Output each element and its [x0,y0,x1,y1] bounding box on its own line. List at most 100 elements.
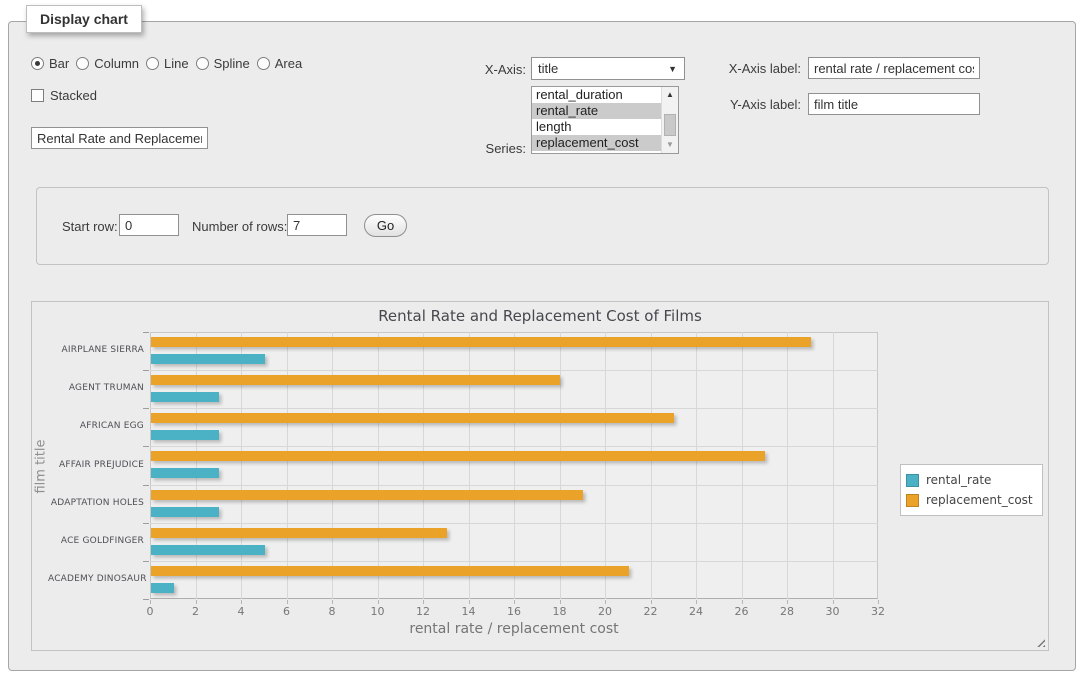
radio-icon[interactable] [31,57,44,70]
x-tick-label: 18 [543,605,577,618]
legend-swatch-rental_rate [906,474,919,487]
x-tick-label: 10 [361,605,395,618]
legend-swatch-replacement_cost [906,494,919,507]
x-axis-selected-value: title [532,61,668,76]
start-row-label: Start row: [62,219,118,234]
row-range-box: Start row: Number of rows: Go [36,187,1049,265]
x-tick-label: 14 [452,605,486,618]
scrollbar-thumb[interactable] [664,114,676,136]
chevron-down-icon: ▼ [668,64,684,74]
radio-option-column[interactable]: Column [76,56,139,71]
y-tick-mark [143,446,149,447]
x-tick-label: 24 [679,605,713,618]
chart-title: Rental Rate and Replacement Cost of Film… [32,307,1048,325]
series-listbox[interactable]: rental_durationrental_ratelengthreplacem… [531,86,679,154]
y-tick-mark [143,485,149,486]
series-options: rental_durationrental_ratelengthreplacem… [532,87,678,151]
y-tick-mark [143,370,149,371]
y-tick-mark [143,408,149,409]
legend-label: rental_rate [926,473,991,487]
x-tick-label: 16 [497,605,531,618]
x-tick-mark [332,600,333,604]
y-axis-label-input[interactable] [808,93,980,115]
y-tick-mark [143,332,149,333]
series-option-rental_duration[interactable]: rental_duration [532,87,678,103]
legend-label: replacement_cost [926,493,1033,507]
category-label: AGENT TRUMAN [48,383,144,393]
x-tick-label: 30 [816,605,850,618]
panel-title: Display chart [26,5,142,33]
series-option-replacement_cost[interactable]: replacement_cost [532,135,678,151]
series-option-rental_rate[interactable]: rental_rate [532,103,678,119]
radio-option-bar[interactable]: Bar [31,56,69,71]
radio-option-spline[interactable]: Spline [196,56,250,71]
x-axis-label-input[interactable] [808,57,980,79]
radio-option-line[interactable]: Line [146,56,189,71]
x-tick-mark [696,600,697,604]
number-of-rows-label: Number of rows: [192,219,287,234]
x-tick-label: 2 [179,605,213,618]
x-tick-label: 20 [588,605,622,618]
radio-icon[interactable] [76,57,89,70]
x-tick-label: 22 [634,605,668,618]
series-option-length[interactable]: length [532,119,678,135]
x-tick-label: 32 [861,605,895,618]
x-axis-text-label: X-Axis label: [709,61,801,76]
x-tick-label: 12 [406,605,440,618]
chart-container: Rental Rate and Replacement Cost of Film… [31,301,1049,651]
chart-type-radio-group: Bar Column Line Spline Area [31,56,302,71]
x-tick-mark [378,600,379,604]
y-tick-mark [143,599,149,600]
scroll-down-icon[interactable]: ▼ [662,138,678,152]
legend-item: rental_rate [906,470,1033,490]
category-label: ACE GOLDFINGER [48,536,144,546]
resize-handle-icon[interactable] [1034,636,1045,647]
stacked-checkbox[interactable] [31,89,44,102]
x-axis-select[interactable]: title ▼ [531,57,685,80]
radio-label: Spline [214,56,250,71]
category-label: ACADEMY DINOSAUR [48,574,144,584]
start-row-input[interactable] [119,214,179,236]
scroll-up-icon[interactable]: ▲ [662,88,678,102]
legend-item: replacement_cost [906,490,1033,510]
category-label: AIRPLANE SIERRA [48,345,144,355]
listbox-scrollbar[interactable]: ▲ ▼ [661,87,678,153]
x-tick-mark [423,600,424,604]
go-button[interactable]: Go [364,214,407,237]
number-of-rows-input[interactable] [287,214,347,236]
radio-icon[interactable] [146,57,159,70]
y-tick-mark [143,523,149,524]
display-chart-panel: Display chart BarColumnLineSplineArea St… [8,21,1076,671]
x-tick-label: 28 [770,605,804,618]
radio-label: Area [275,56,302,71]
radio-option-area[interactable]: Area [257,56,302,71]
chart-title-input[interactable] [31,127,208,149]
x-tick-mark [150,600,151,604]
radio-label: Column [94,56,139,71]
x-tick-mark [742,600,743,604]
y-tick-mark [143,561,149,562]
radio-icon[interactable] [257,57,270,70]
x-tick-mark [287,600,288,604]
x-tick-label: 26 [725,605,759,618]
stacked-label: Stacked [50,88,97,103]
radio-label: Bar [49,56,69,71]
x-tick-label: 8 [315,605,349,618]
x-axis-label: X-Axis: [429,62,526,77]
chart-plot-area [150,332,878,599]
category-label: ADAPTATION HOLES [48,498,144,508]
x-tick-mark [878,600,879,604]
x-tick-mark [241,600,242,604]
y-axis-title: film title [34,412,49,522]
x-tick-label: 0 [133,605,167,618]
stacked-checkbox-row[interactable]: Stacked [31,88,97,103]
radio-icon[interactable] [196,57,209,70]
x-tick-mark [833,600,834,604]
x-axis-title: rental rate / replacement cost [150,621,878,637]
chart-legend: rental_rate replacement_cost [900,464,1043,516]
category-label: AFRICAN EGG [48,421,144,431]
x-tick-mark [196,600,197,604]
x-tick-mark [787,600,788,604]
x-tick-label: 6 [270,605,304,618]
x-tick-mark [651,600,652,604]
